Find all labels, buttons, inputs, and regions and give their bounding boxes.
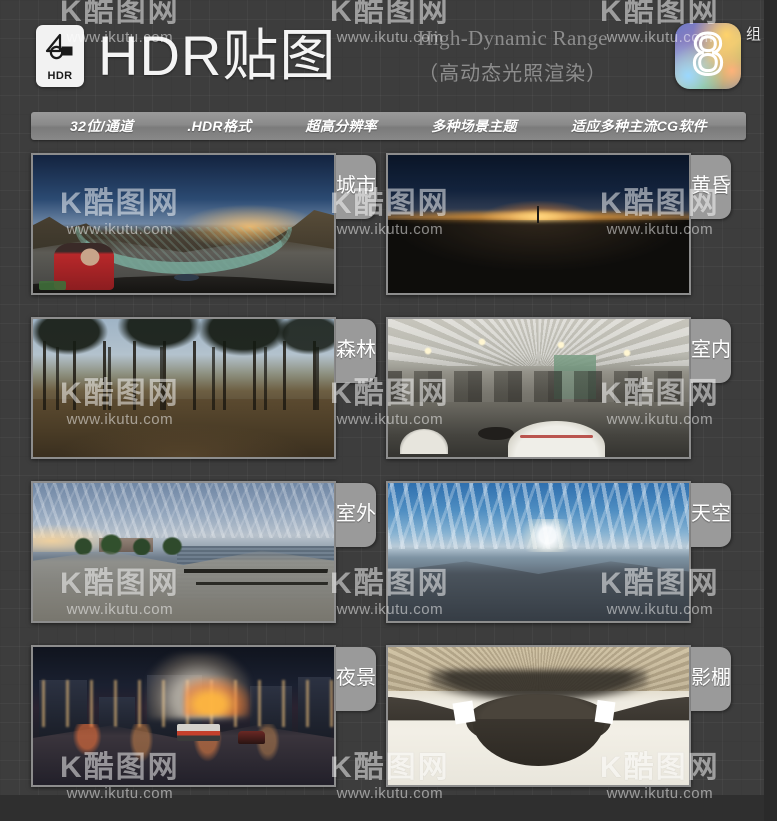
count-badge-unit: 组 [745, 26, 761, 43]
panorama-thumbnail-outdoor[interactable] [31, 481, 336, 623]
bottom-strip [0, 795, 764, 821]
panorama-grid: 城市 黄昏 森林 室内 室外 天空 夜景 影棚 [0, 153, 777, 787]
scene-art-night [33, 647, 334, 785]
category-tab-label: 室外 [336, 502, 376, 525]
gallery-cell[interactable]: 黄昏 [386, 153, 731, 295]
category-tab-studio[interactable]: 影棚 [691, 647, 731, 711]
gallery-cell[interactable]: 影棚 [386, 645, 731, 787]
subtitle-block: High-Dynamic Range （高动态光照渲染） [358, 26, 675, 86]
count-badge-number: 8 [690, 21, 725, 87]
panorama-thumbnail-city[interactable] [31, 153, 336, 295]
subtitle-chinese: （高动态光照渲染） [418, 63, 608, 85]
category-tab-indoor[interactable]: 室内 [691, 319, 731, 383]
category-tab-label: 森林 [336, 338, 376, 361]
poster-header: HDR HDR贴图 High-Dynamic Range （高动态光照渲染） 8… [0, 0, 777, 112]
feature-bar: 32位/通道 .HDR格式 超高分辨率 多种场景主题 适应多种主流CG软件 [31, 112, 746, 140]
category-tab-city[interactable]: 城市 [336, 155, 376, 219]
feature-item-1: .HDR格式 [187, 118, 252, 134]
gallery-cell[interactable]: 室内 [386, 317, 731, 459]
count-badge-wrap: 8 组 [675, 19, 761, 93]
feature-item-3: 多种场景主题 [431, 118, 517, 134]
feature-item-0: 32位/通道 [70, 118, 134, 134]
category-tab-label: 天空 [691, 502, 731, 525]
category-tab-sky[interactable]: 天空 [691, 483, 731, 547]
feature-item-2: 超高分辨率 [305, 118, 377, 134]
subtitle-english: High-Dynamic Range [417, 26, 608, 50]
category-tab-label: 城市 [336, 174, 376, 197]
category-tab-dusk[interactable]: 黄昏 [691, 155, 731, 219]
scene-art-forest [33, 319, 334, 457]
scene-art-dusk [388, 155, 689, 293]
category-tab-label: 影棚 [691, 666, 731, 689]
scene-art-outdoor [33, 483, 334, 621]
panorama-thumbnail-dusk[interactable] [386, 153, 691, 295]
category-tab-label: 室内 [691, 338, 731, 361]
hdr-file-icon: HDR [36, 25, 84, 87]
panorama-thumbnail-studio[interactable] [386, 645, 691, 787]
category-tab-night[interactable]: 夜景 [336, 647, 376, 711]
panorama-thumbnail-night[interactable] [31, 645, 336, 787]
scene-art-city [33, 155, 334, 293]
category-tab-label: 夜景 [336, 666, 376, 689]
count-badge: 8 [675, 23, 741, 89]
gallery-cell[interactable]: 天空 [386, 481, 731, 623]
gallery-cell[interactable]: 森林 [31, 317, 376, 459]
feature-item-4: 适应多种主流CG软件 [570, 118, 707, 134]
category-tab-outdoor[interactable]: 室外 [336, 483, 376, 547]
scene-art-studio [388, 647, 689, 785]
aperture-camera-glyph [45, 33, 73, 60]
gallery-cell[interactable]: 室外 [31, 481, 376, 623]
hdr-icon-label: HDR [47, 70, 73, 82]
panorama-thumbnail-indoor[interactable] [386, 317, 691, 459]
category-tab-label: 黄昏 [691, 174, 731, 197]
scene-art-sky [388, 483, 689, 621]
panorama-thumbnail-forest[interactable] [31, 317, 336, 459]
page-title: HDR贴图 [98, 24, 337, 87]
scene-art-indoor [388, 319, 689, 457]
gallery-cell[interactable]: 城市 [31, 153, 376, 295]
gallery-cell[interactable]: 夜景 [31, 645, 376, 787]
category-tab-forest[interactable]: 森林 [336, 319, 376, 383]
panorama-thumbnail-sky[interactable] [386, 481, 691, 623]
poster-root: HDR HDR贴图 High-Dynamic Range （高动态光照渲染） 8… [0, 0, 777, 821]
